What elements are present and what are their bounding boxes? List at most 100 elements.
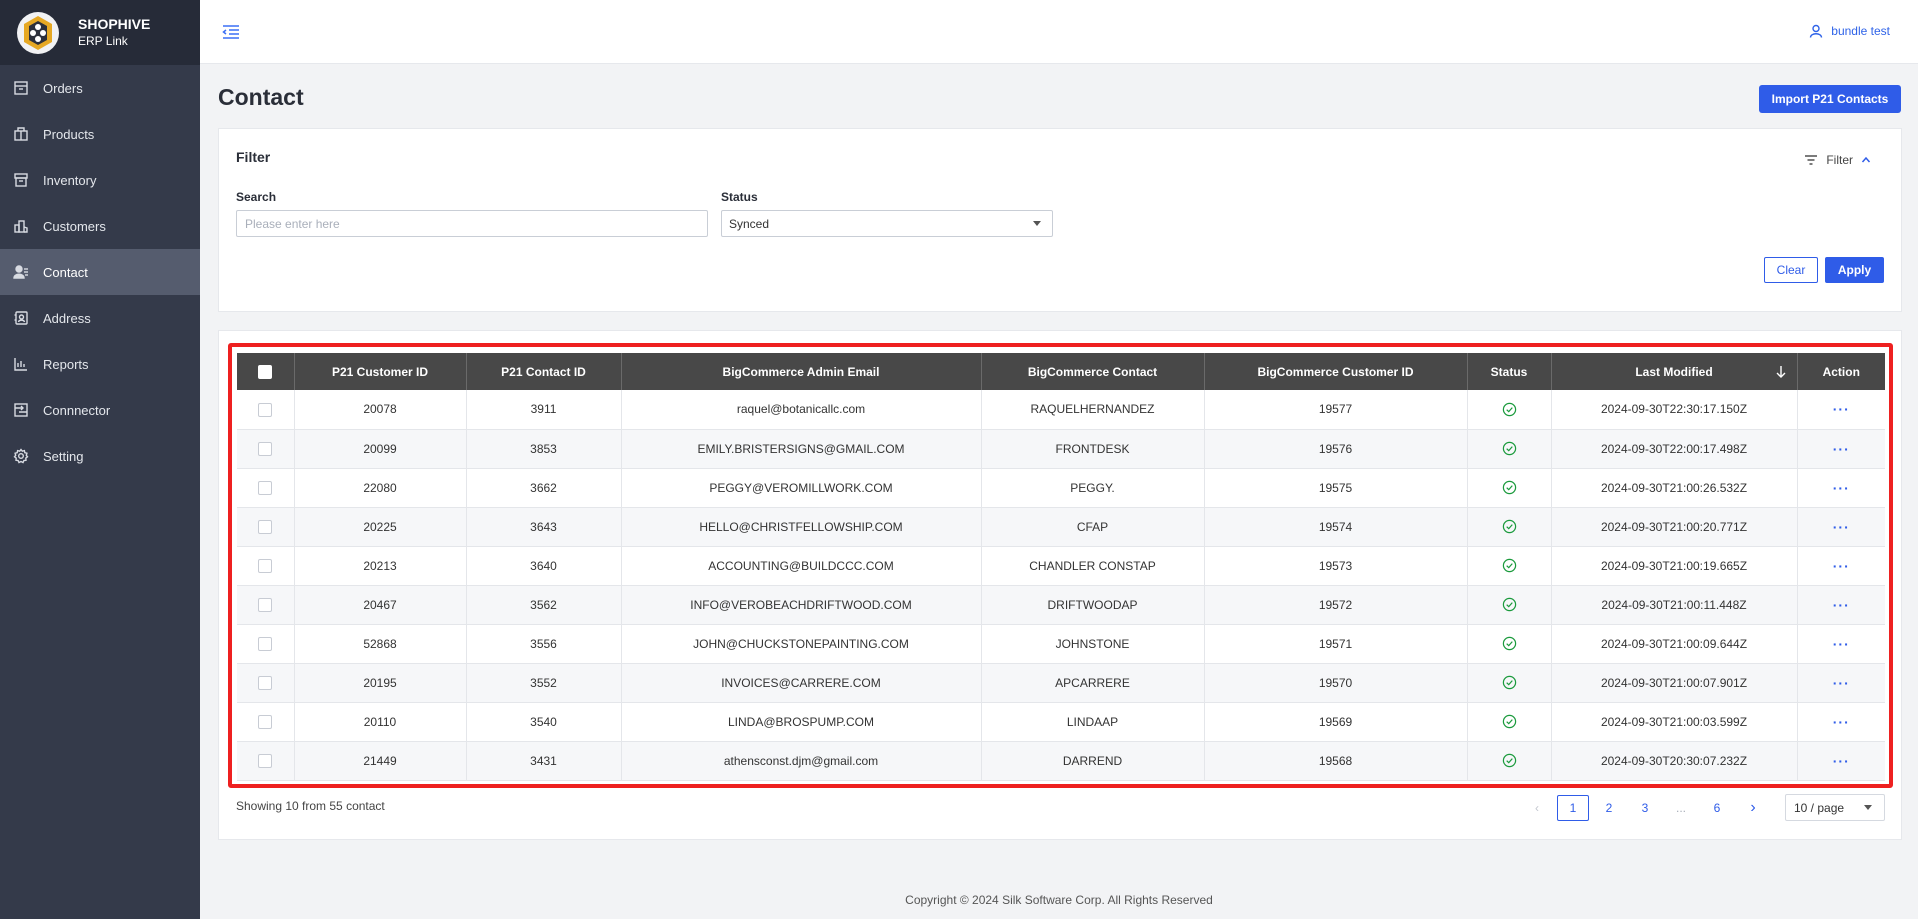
- chevron-right-icon[interactable]: ›: [1737, 795, 1769, 821]
- menu-collapse-icon[interactable]: [222, 24, 240, 40]
- sidebar-item-reports[interactable]: Reports: [0, 341, 200, 387]
- check-circle-icon: [1502, 753, 1516, 768]
- filter-icon: [1805, 155, 1818, 165]
- more-actions-icon[interactable]: ···: [1833, 636, 1850, 652]
- row-checkbox[interactable]: [258, 441, 273, 456]
- row-select-cell: [237, 468, 295, 508]
- cell-action: ···: [1797, 624, 1885, 664]
- sidebar-item-contact[interactable]: Contact: [0, 249, 200, 295]
- search-input[interactable]: [236, 210, 708, 237]
- table-row[interactable]: 20099 3853 EMILY.BRISTERSIGNS@GMAIL.COM FRO…: [237, 429, 1885, 469]
- row-checkbox[interactable]: [258, 480, 273, 495]
- check-circle-icon: [1502, 519, 1516, 534]
- cell-status: [1467, 585, 1552, 625]
- check-circle-icon: [1502, 597, 1516, 612]
- column-header-last-modified[interactable]: Last Modified: [1551, 353, 1798, 390]
- row-checkbox[interactable]: [258, 675, 273, 690]
- more-actions-icon[interactable]: ···: [1833, 753, 1850, 769]
- column-header: Action: [1797, 353, 1885, 390]
- more-actions-icon[interactable]: ···: [1833, 675, 1850, 691]
- page-ellipsis[interactable]: ...: [1665, 795, 1697, 821]
- column-header: P21 Contact ID: [466, 353, 622, 390]
- sidebar-item-address[interactable]: Address: [0, 295, 200, 341]
- cell-bc-contact: CHANDLER CONSTAP: [981, 546, 1205, 586]
- more-actions-icon[interactable]: ···: [1833, 714, 1850, 730]
- cell-last-modified: 2024-09-30T22:30:17.150Z: [1551, 390, 1798, 430]
- cell-action: ···: [1797, 585, 1885, 625]
- sidebar-item-connector[interactable]: Connnector: [0, 387, 200, 433]
- sidebar-item-label: Address: [43, 310, 91, 326]
- gear-icon: [13, 448, 29, 464]
- table-row[interactable]: 20467 3562 INFO@VEROBEACHDRIFTWOOD.COM DRIF…: [237, 585, 1885, 625]
- more-actions-icon[interactable]: ···: [1833, 558, 1850, 574]
- cell-last-modified: 2024-09-30T21:00:20.771Z: [1551, 507, 1798, 547]
- row-select-cell: [237, 741, 295, 781]
- cell-admin-email: PEGGY@VEROMILLWORK.COM: [621, 468, 982, 508]
- page-button[interactable]: 6: [1701, 795, 1733, 821]
- table-row[interactable]: 20225 3643 HELLO@CHRISTFELLOWSHIP.COM CFAP 1…: [237, 507, 1885, 547]
- cell-action: ···: [1797, 507, 1885, 547]
- status-label: Status: [721, 190, 758, 204]
- more-actions-icon[interactable]: ···: [1833, 401, 1850, 417]
- cell-bc-contact: APCARRERE: [981, 663, 1205, 703]
- select-all-cell: [237, 353, 295, 390]
- table-row[interactable]: 20110 3540 LINDA@BROSPUMP.COM LINDAAP 19569 2…: [237, 702, 1885, 742]
- cell-p21-contact-id: 3643: [466, 507, 622, 547]
- cell-bc-contact: DRIFTWOODAP: [981, 585, 1205, 625]
- row-checkbox[interactable]: [258, 558, 273, 573]
- sidebar-item-label: Customers: [43, 218, 106, 234]
- sidebar-item-inventory[interactable]: Inventory: [0, 157, 200, 203]
- more-actions-icon[interactable]: ···: [1833, 597, 1850, 613]
- cell-status: [1467, 702, 1552, 742]
- row-checkbox[interactable]: [258, 636, 273, 651]
- chevron-left-icon[interactable]: ‹: [1521, 795, 1553, 821]
- row-select-cell: [237, 429, 295, 469]
- caret-down-icon: [1864, 805, 1872, 810]
- cell-p21-contact-id: 3640: [466, 546, 622, 586]
- cell-bc-contact: PEGGY.: [981, 468, 1205, 508]
- table-row[interactable]: 52868 3556 JOHN@CHUCKSTONEPAINTING.COM JOHN…: [237, 624, 1885, 664]
- table-row[interactable]: 22080 3662 PEGGY@VEROMILLWORK.COM PEGGY. 195…: [237, 468, 1885, 508]
- more-actions-icon[interactable]: ···: [1833, 519, 1850, 535]
- status-select[interactable]: Synced: [721, 210, 1053, 237]
- select-all-checkbox[interactable]: [258, 364, 273, 379]
- cell-admin-email: athensconst.djm@gmail.com: [621, 741, 982, 781]
- sidebar-item-products[interactable]: Products: [0, 111, 200, 157]
- sort-descending-icon[interactable]: [1775, 365, 1787, 379]
- cell-admin-email: EMILY.BRISTERSIGNS@GMAIL.COM: [621, 429, 982, 469]
- page-button[interactable]: 2: [1593, 795, 1625, 821]
- table-row[interactable]: 21449 3431 athensconst.djm@gmail.com DARREN…: [237, 741, 1885, 781]
- cell-p21-customer-id: 20099: [294, 429, 467, 469]
- cell-p21-contact-id: 3853: [466, 429, 622, 469]
- cell-bc-contact: JOHNSTONE: [981, 624, 1205, 664]
- row-checkbox[interactable]: [258, 597, 273, 612]
- sidebar-item-orders[interactable]: Orders: [0, 65, 200, 111]
- apply-button[interactable]: Apply: [1825, 257, 1884, 283]
- cell-action: ···: [1797, 741, 1885, 781]
- sidebar-nav: Orders Products Inventory Customers Cont…: [0, 65, 200, 479]
- address-icon: [13, 310, 29, 326]
- filter-toggle[interactable]: Filter: [1804, 153, 1871, 167]
- clear-button[interactable]: Clear: [1764, 257, 1818, 283]
- table-row[interactable]: 20195 3552 INVOICES@CARRERE.COM APCARRERE 19…: [237, 663, 1885, 703]
- sidebar-item-setting[interactable]: Setting: [0, 433, 200, 479]
- page-button[interactable]: 3: [1629, 795, 1661, 821]
- cell-bc-customer-id: 19574: [1204, 507, 1468, 547]
- sidebar-item-customers[interactable]: Customers: [0, 203, 200, 249]
- cell-p21-contact-id: 3662: [466, 468, 622, 508]
- row-checkbox[interactable]: [258, 753, 273, 768]
- cell-bc-customer-id: 19575: [1204, 468, 1468, 508]
- table-row[interactable]: 20213 3640 ACCOUNTING@BUILDCCC.COM CHANDLER…: [237, 546, 1885, 586]
- page-size-select[interactable]: 10 / page: [1785, 794, 1885, 821]
- connector-icon: [13, 402, 29, 418]
- more-actions-icon[interactable]: ···: [1833, 441, 1850, 457]
- row-checkbox[interactable]: [258, 714, 273, 729]
- cell-last-modified: 2024-09-30T21:00:07.901Z: [1551, 663, 1798, 703]
- page-button[interactable]: 1: [1557, 794, 1589, 821]
- more-actions-icon[interactable]: ···: [1833, 480, 1850, 496]
- import-contacts-button[interactable]: Import P21 Contacts: [1759, 85, 1901, 113]
- user-menu[interactable]: bundle test: [1809, 24, 1890, 38]
- table-row[interactable]: 20078 3911 raquel@botanicallc.com RAQUELHER…: [237, 390, 1885, 430]
- row-checkbox[interactable]: [258, 519, 273, 534]
- row-checkbox[interactable]: [258, 402, 273, 417]
